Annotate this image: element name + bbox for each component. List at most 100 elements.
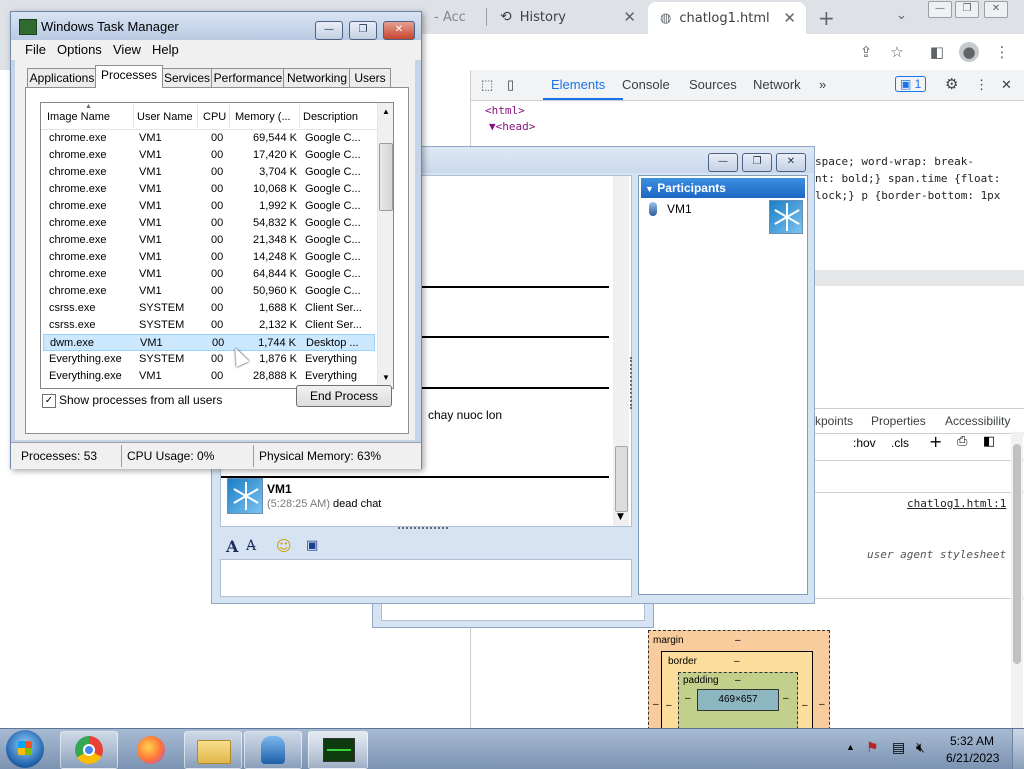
box-model-content[interactable]: 469×657 [697,689,779,711]
taskbar-explorer-button[interactable] [184,731,242,769]
show-hidden-icons-icon[interactable]: ▲ [846,742,855,752]
minimize-browser-button[interactable]: — [928,1,952,18]
clock-time[interactable]: 5:32 AM [950,734,994,748]
dom-line-html[interactable]: <html> [485,104,525,117]
tab-console[interactable]: Console [622,77,670,92]
maximize-button[interactable]: ❐ [349,21,377,40]
column-memory[interactable]: Memory (... [235,111,291,123]
taskbar-network-user-button[interactable] [244,731,302,769]
process-row[interactable]: Everything.exe VM1 00 28,888 K Everything [43,368,375,385]
column-image-name[interactable]: Image Name [47,111,110,123]
class-toggle[interactable]: .cls [891,436,909,450]
column-separator[interactable] [197,105,198,127]
process-row[interactable]: chrome.exe VM1 00 17,420 K Google C... [43,147,375,164]
dom-line-head[interactable]: ▼<head> [489,120,535,133]
message-input[interactable] [220,559,632,597]
computed-styles-icon[interactable]: ⎙ [957,434,967,449]
process-row[interactable]: chrome.exe VM1 00 54,832 K Google C... [43,215,375,232]
scroll-thumb[interactable] [1013,444,1021,664]
scroll-down-arrow-icon[interactable]: ▼ [617,512,624,522]
process-row[interactable]: chrome.exe VM1 00 14,248 K Google C... [43,249,375,266]
end-process-button[interactable]: End Process [296,385,392,407]
browser-tab-chatlog[interactable]: ◍ chatlog1.html ✕ [648,2,806,34]
emoticon-icon[interactable]: ☺ [276,537,292,555]
scroll-thumb[interactable] [379,143,393,211]
close-devtools-icon[interactable]: ✕ [1001,77,1012,93]
inspect-element-icon[interactable]: ⬚ [481,77,493,93]
column-separator[interactable] [299,105,300,127]
menu-help[interactable]: Help [152,42,179,57]
process-row[interactable]: Everything.exe SYSTEM 00 1,876 K Everything [43,351,375,368]
menu-options[interactable]: Options [57,42,102,57]
show-all-users-checkbox[interactable]: ✓ [42,394,56,408]
tab-processes[interactable]: Processes [95,65,163,88]
tab-accessibility[interactable]: Accessibility [945,414,1010,428]
scroll-down-arrow-icon[interactable]: ▼ [382,373,390,382]
issues-badge[interactable]: ▣ 1 [895,76,927,92]
clock-date[interactable]: 6/21/2023 [946,751,999,765]
process-row[interactable]: chrome.exe VM1 00 69,544 K Google C... [43,130,375,147]
chat-scrollbar[interactable]: ▼ [613,176,629,526]
process-row[interactable]: chrome.exe VM1 00 3,704 K Google C... [43,164,375,181]
splitter-grip[interactable] [398,527,448,533]
process-list[interactable]: ▲ Image Name User Name CPU Memory (... D… [40,102,394,389]
minimize-button[interactable]: — [315,21,343,40]
participants-header[interactable]: ▼ Participants [641,178,805,198]
process-row[interactable]: csrss.exe SYSTEM 00 2,132 K Client Ser... [43,317,375,334]
vertical-splitter-grip[interactable] [630,357,638,409]
show-desktop-button[interactable] [1012,729,1024,769]
settings-gear-icon[interactable]: ⚙ [945,75,958,93]
side-panel-icon[interactable]: ◧ [927,42,947,62]
column-description[interactable]: Description [303,111,358,123]
tab-applications[interactable]: Applications [27,68,97,87]
process-list-scrollbar[interactable]: ▲ ▼ [377,103,393,388]
process-row[interactable]: chrome.exe VM1 00 21,348 K Google C... [43,232,375,249]
action-center-icon[interactable]: ⚑ [866,739,879,756]
collapse-arrow-icon[interactable]: ▼ [645,184,654,194]
process-row[interactable]: chrome.exe VM1 00 50,960 K Google C... [43,283,375,300]
tab-sources[interactable]: Sources [689,77,737,92]
process-row[interactable]: dwm.exe VM1 00 1,744 K Desktop ... [43,334,375,351]
start-orb-icon[interactable] [6,730,44,768]
font-color-icon[interactable]: A̶ [246,538,256,554]
tab-users[interactable]: Users [349,68,391,87]
chat-close-button[interactable]: ✕ [776,153,806,172]
devtools-menu-icon[interactable]: ⋮ [975,77,988,93]
process-row[interactable]: csrss.exe SYSTEM 00 1,688 K Client Ser... [43,300,375,317]
font-icon[interactable]: A [226,537,238,556]
bookmark-star-icon[interactable]: ☆ [887,42,907,62]
tab-properties[interactable]: Properties [871,414,926,428]
column-user-name[interactable]: User Name [137,111,193,123]
more-tabs-button[interactable]: » [819,77,826,92]
process-row[interactable]: chrome.exe VM1 00 10,068 K Google C... [43,181,375,198]
close-button[interactable]: ✕ [383,21,415,40]
tab-search-icon[interactable]: ⌄ [896,8,907,23]
profile-avatar-icon[interactable]: ● [959,42,979,62]
task-manager-titlebar[interactable]: Windows Task Manager — ❐ ✕ [11,12,421,40]
browser-menu-icon[interactable]: ⋮ [992,42,1012,62]
column-separator[interactable] [133,105,134,127]
tab-performance[interactable]: Performance [211,68,285,87]
show-all-users-label[interactable]: Show processes from all users [59,393,222,407]
chat-scroll-thumb[interactable] [615,446,628,512]
new-style-rule-button[interactable]: + [929,432,942,451]
tab-network[interactable]: Network [753,77,801,92]
browser-tab-1[interactable]: - Acc [420,0,486,34]
browser-tab-history[interactable]: ⟲ History ✕ [488,0,646,34]
save-icon[interactable]: ▣ [306,538,318,553]
close-tab-icon[interactable]: ✕ [623,8,646,26]
column-separator[interactable] [229,105,230,127]
tab-networking[interactable]: Networking [283,68,351,87]
volume-muted-icon[interactable]: 🔇︎ [916,739,925,756]
close-tab-icon[interactable]: ✕ [783,9,806,27]
taskbar-chrome-button[interactable] [60,731,118,769]
maximize-browser-button[interactable]: ❐ [955,1,979,18]
device-toolbar-icon[interactable]: ▯ [507,77,514,93]
menu-view[interactable]: View [113,42,141,57]
source-link[interactable]: chatlog1.html:1 [907,497,1006,510]
taskbar-task-manager-button[interactable] [308,731,368,769]
tab-breakpoints[interactable]: kpoints [815,414,853,428]
close-browser-button[interactable]: ✕ [984,1,1008,18]
taskbar-firefox-button[interactable] [122,731,180,769]
new-tab-button[interactable]: + [818,6,835,30]
